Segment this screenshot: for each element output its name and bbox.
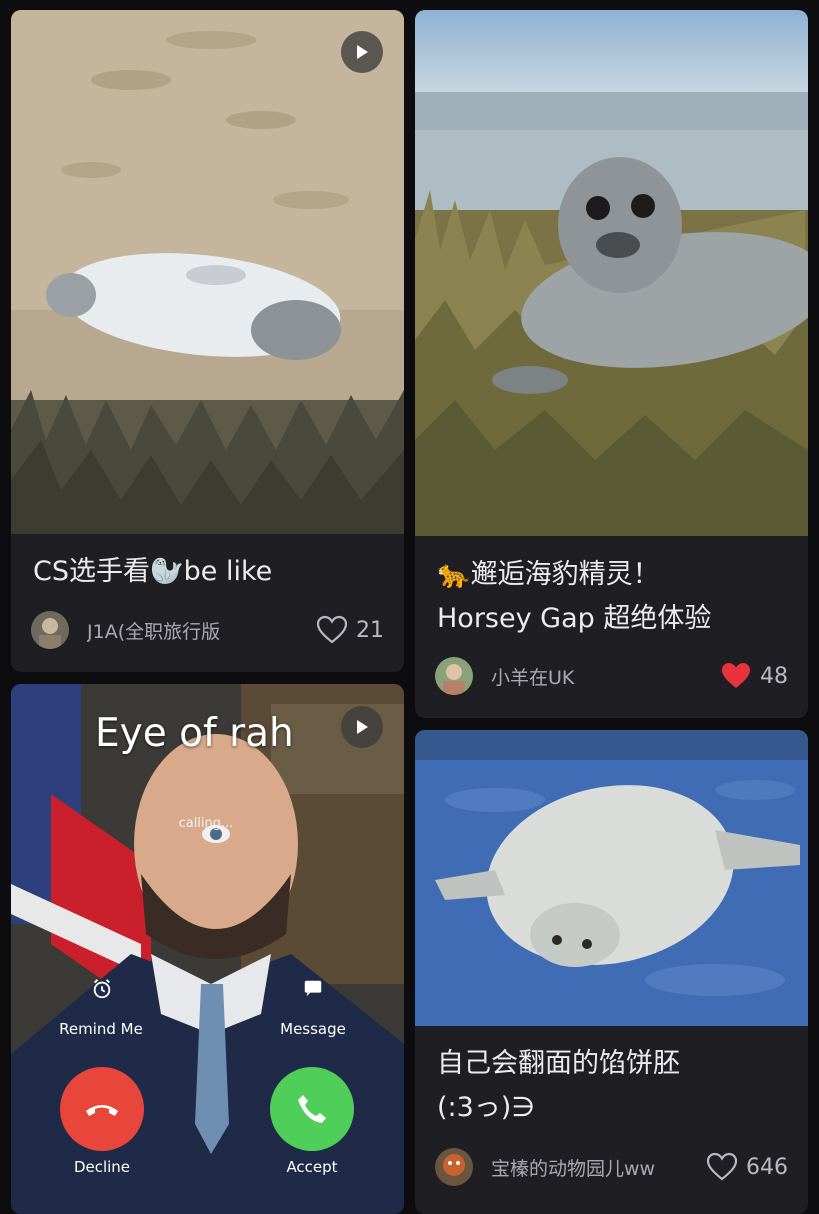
avatar[interactable] [435,1148,473,1186]
card-4-title: 自己会翻面的馅饼胚 (:3っ)∋ [437,1042,788,1130]
like-button[interactable]: 21 [316,615,384,645]
message-icon [304,980,322,997]
phone-decline-icon [86,1105,118,1116]
card-2-title-line-2: Horsey Gap 超绝体验 [437,603,712,634]
remind-me-button[interactable]: Remind Me [51,1020,151,1038]
card-2-meta: 小羊在UK 48 [435,656,788,696]
card-4-image [415,730,808,1026]
feed-card-1[interactable]: CS选手看🦭be like J1A(全职旅行版 21 [11,10,404,672]
card-2-image [415,10,808,536]
heart-icon [722,663,750,688]
feed-card-2[interactable]: 🐆邂逅海豹精灵！ Horsey Gap 超绝体验 小羊在UK 48 [415,10,808,718]
accept-call-button[interactable] [270,1067,354,1151]
decline-call-button[interactable] [60,1067,144,1151]
message-button[interactable]: Message [263,1020,363,1038]
decline-label: Decline [73,1158,131,1176]
avatar[interactable] [31,611,69,649]
like-button[interactable]: 48 [720,661,788,691]
author-name[interactable]: 小羊在UK [491,663,720,690]
card-4-meta: 宝榛的动物园儿ww 646 [435,1147,788,1187]
avatar[interactable] [435,657,473,695]
feed-card-4[interactable]: 自己会翻面的馅饼胚 (:3っ)∋ 宝榛的动物园儿ww 646 [415,730,808,1214]
play-icon[interactable] [341,706,383,748]
card-1-image [11,10,404,534]
phone-accept-icon [298,1095,326,1123]
card-2-title-line-1: 🐆邂逅海豹精灵！ [437,559,660,590]
like-count: 48 [760,663,788,689]
card-2-title: 🐆邂逅海豹精灵！ Horsey Gap 超绝体验 [437,553,788,641]
feed-card-3[interactable]: Eye of rah calling... Remind Me Message … [11,684,404,1214]
author-name[interactable]: 宝榛的动物园儿ww [491,1154,706,1181]
card-1-meta: J1A(全职旅行版 21 [31,610,384,650]
video-caption: Eye of rah [95,711,294,756]
heart-icon [316,615,348,644]
card-4-title-line-1: 自己会翻面的馅饼胚 [437,1048,680,1079]
call-status: calling... [178,816,234,831]
like-button[interactable]: 646 [706,1152,788,1182]
card-1-title: CS选手看🦭be like [33,556,273,587]
play-icon[interactable] [341,31,383,73]
author-name[interactable]: J1A(全职旅行版 [87,617,316,644]
like-count: 21 [356,617,384,643]
card-4-title-line-2: (:3っ)∋ [437,1092,535,1123]
heart-icon [706,1152,738,1181]
accept-label: Accept [286,1158,338,1176]
alarm-icon [93,979,111,999]
like-count: 646 [746,1154,788,1180]
